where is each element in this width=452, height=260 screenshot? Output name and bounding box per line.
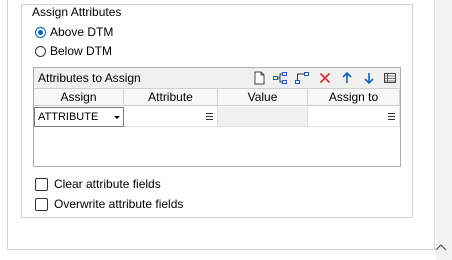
new-file-icon[interactable] bbox=[252, 71, 266, 85]
grid-title: Attributes to Assign bbox=[38, 71, 141, 85]
radio-below-dtm[interactable]: Below DTM bbox=[35, 43, 112, 59]
attributes-grid: Attributes to Assign Assign Attribute Va… bbox=[33, 67, 401, 167]
radio-label: Above DTM bbox=[50, 25, 114, 39]
pane-left-border bbox=[7, 0, 8, 250]
attribute-cell[interactable] bbox=[124, 107, 218, 127]
column-header-attribute[interactable]: Attribute bbox=[124, 89, 218, 106]
dropdown-arrow-icon bbox=[114, 116, 120, 119]
overwrite-attribute-fields-checkbox[interactable]: Overwrite attribute fields bbox=[35, 196, 183, 212]
move-up-icon[interactable] bbox=[340, 71, 354, 85]
column-header-value[interactable]: Value bbox=[218, 89, 308, 106]
checkbox-box[interactable] bbox=[35, 177, 48, 191]
radio-button-checked[interactable] bbox=[35, 26, 46, 38]
checkbox-label: Overwrite attribute fields bbox=[54, 197, 184, 211]
move-down-icon[interactable] bbox=[362, 71, 376, 85]
list-picker-icon[interactable] bbox=[388, 113, 395, 120]
checkbox-box[interactable] bbox=[35, 197, 48, 211]
list-picker-icon[interactable] bbox=[206, 113, 213, 120]
scroll-gutter bbox=[436, 0, 452, 260]
collapse-chevron-up-icon[interactable] bbox=[433, 240, 449, 254]
clear-attribute-fields-checkbox[interactable]: Clear attribute fields bbox=[35, 176, 161, 192]
column-header-assign-to[interactable]: Assign to bbox=[308, 89, 400, 106]
pane-right-border bbox=[434, 0, 435, 250]
radio-label: Below DTM bbox=[50, 44, 113, 58]
radio-button[interactable] bbox=[35, 45, 46, 57]
assign-dropdown[interactable]: ATTRIBUTE bbox=[34, 107, 124, 127]
group-title: Assign Attributes bbox=[30, 5, 124, 19]
grid-toolbar: Attributes to Assign bbox=[34, 68, 400, 89]
add-sibling-icon[interactable] bbox=[295, 71, 309, 85]
delete-icon[interactable] bbox=[318, 71, 332, 85]
radio-above-dtm[interactable]: Above DTM bbox=[35, 24, 113, 40]
checkbox-label: Clear attribute fields bbox=[54, 177, 161, 191]
add-child-icon[interactable] bbox=[273, 71, 287, 85]
column-header-assign[interactable]: Assign bbox=[34, 89, 124, 106]
pane-bottom-border bbox=[7, 249, 435, 250]
table-view-icon[interactable] bbox=[383, 71, 397, 85]
assign-to-cell[interactable] bbox=[308, 107, 400, 127]
value-cell bbox=[218, 107, 308, 127]
assign-value: ATTRIBUTE bbox=[38, 111, 99, 123]
